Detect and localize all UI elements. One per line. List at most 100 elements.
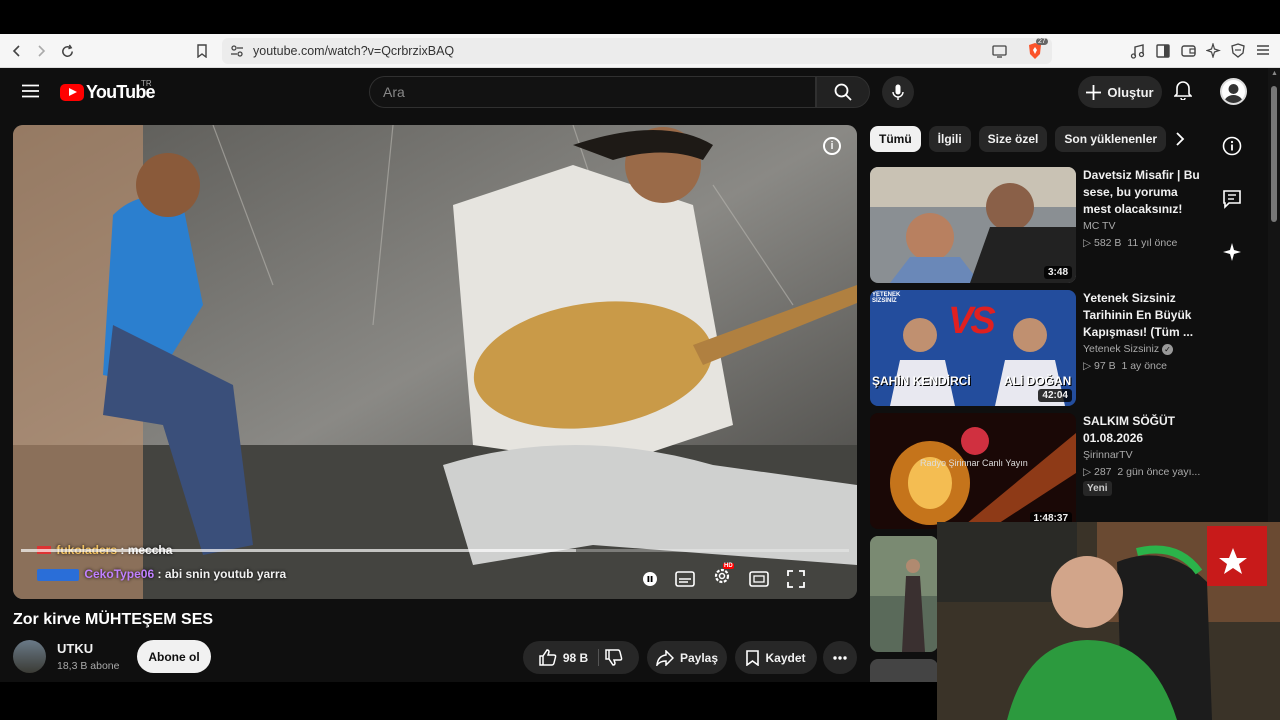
bookmark-icon[interactable] bbox=[190, 39, 214, 63]
chips-next-icon[interactable] bbox=[1174, 132, 1186, 151]
music-icon[interactable] bbox=[1130, 44, 1145, 64]
settings-gear[interactable]: HD bbox=[713, 563, 734, 590]
create-button[interactable]: Oluştur bbox=[1078, 76, 1162, 108]
filter-chips: Tümü İlgili Size özel Son yüklenenler bbox=[870, 126, 1167, 152]
rec-thumbnail-partial[interactable] bbox=[870, 536, 938, 652]
more-actions-button[interactable] bbox=[823, 641, 857, 674]
share-button[interactable]: Paylaş bbox=[647, 641, 727, 674]
subtitles-icon[interactable] bbox=[675, 570, 695, 587]
rec-thumbnail[interactable]: YETENEK SİZSİNİZ VS ŞAHİN KENDİRCİ ALİ DO… bbox=[870, 290, 1076, 406]
channel-avatar[interactable] bbox=[13, 640, 46, 673]
search-placeholder: Ara bbox=[383, 84, 405, 100]
player-controls: HD bbox=[643, 563, 805, 590]
progress-bar[interactable] bbox=[21, 549, 849, 552]
chip-recent[interactable]: Son yüklenenler bbox=[1055, 126, 1167, 152]
pause-icon[interactable] bbox=[643, 571, 657, 586]
rec-thumbnail[interactable]: 3:48 bbox=[870, 167, 1076, 283]
thumbs-up-icon bbox=[539, 649, 557, 666]
rec-views: 582 B bbox=[1094, 237, 1122, 249]
side-info-icon[interactable] bbox=[1222, 136, 1242, 161]
brave-shields-icon[interactable] bbox=[1027, 42, 1043, 65]
recommendation-item[interactable]: 3:48 Davetsiz Misafir | Bu sese, bu yoru… bbox=[870, 167, 1210, 283]
rec-title[interactable]: SALKIM SÖĞÜT 01.08.2026 bbox=[1083, 413, 1208, 447]
video-info-icon[interactable]: i bbox=[823, 137, 841, 155]
hamburger-menu-icon[interactable] bbox=[22, 84, 39, 103]
recommendation-item[interactable]: YETENEK SİZSİNİZ VS ŞAHİN KENDİRCİ ALİ DO… bbox=[870, 290, 1210, 406]
site-settings-icon[interactable] bbox=[230, 44, 244, 63]
webcam-overlay bbox=[937, 522, 1280, 720]
voice-search-button[interactable] bbox=[882, 76, 914, 108]
channel-name[interactable]: UTKU bbox=[57, 641, 93, 656]
rec-age: 11 yıl önce bbox=[1127, 237, 1178, 249]
rec-thumb-vs: VS bbox=[948, 300, 996, 342]
rec-meta: ▷ 97 B 1 ay önce bbox=[1083, 360, 1167, 372]
chat-badges-icon bbox=[37, 568, 79, 581]
rec-channel[interactable]: MC TV bbox=[1083, 220, 1115, 232]
fullscreen-icon[interactable] bbox=[787, 569, 805, 588]
rec-thumbnail-partial[interactable] bbox=[870, 659, 938, 682]
save-bookmark-icon bbox=[746, 649, 760, 666]
chip-related[interactable]: İlgili bbox=[928, 126, 971, 152]
chip-for-you[interactable]: Size özel bbox=[978, 126, 1048, 152]
youtube-logo-icon[interactable] bbox=[60, 84, 84, 101]
views-icon: ▷ bbox=[1083, 360, 1094, 372]
url-text: youtube.com/watch?v=QcrbrzixBAQ bbox=[253, 44, 455, 58]
chat-message: : abi snin youtub yarra bbox=[154, 567, 287, 581]
account-avatar[interactable] bbox=[1220, 78, 1247, 105]
side-chat-icon[interactable] bbox=[1222, 189, 1242, 214]
chat-line-2: CekoType06 : abi snin youtub yarra bbox=[37, 567, 286, 581]
create-label: Oluştur bbox=[1107, 84, 1154, 100]
screen-top-edge bbox=[0, 0, 1280, 34]
masthead: YouTube TR Ara Oluştur bbox=[0, 68, 1268, 116]
chip-all[interactable]: Tümü bbox=[870, 126, 921, 152]
rec-title[interactable]: Davetsiz Misafir | Bu sese, bu yoruma me… bbox=[1083, 167, 1208, 218]
share-icon bbox=[656, 649, 674, 666]
wallet-icon[interactable] bbox=[1181, 44, 1196, 63]
verified-check-icon: ✓ bbox=[1162, 343, 1173, 355]
rec-thumb-caption: Radyo Şirinnar Canlı Yayın bbox=[920, 458, 1028, 468]
subscribe-button[interactable]: Abone ol bbox=[137, 640, 211, 673]
search-button[interactable] bbox=[816, 76, 870, 108]
search-input[interactable]: Ara bbox=[369, 76, 816, 108]
recommendation-item[interactable]: Radyo Şirinnar Canlı Yayın 1:48:37 SALKI… bbox=[870, 413, 1210, 529]
side-sparkle-icon[interactable] bbox=[1222, 242, 1242, 267]
back-icon[interactable] bbox=[5, 39, 29, 63]
sidebar-toggle-icon[interactable] bbox=[1156, 44, 1170, 63]
rec-age: 1 ay önce bbox=[1121, 360, 1167, 372]
rec-meta: ▷ 287 2 gün önce yayı... bbox=[1083, 466, 1200, 478]
cast-icon[interactable] bbox=[992, 44, 1007, 63]
theater-mode-icon[interactable] bbox=[749, 570, 769, 587]
scroll-thumb[interactable] bbox=[1271, 86, 1277, 222]
brave-badge: 27 bbox=[1036, 38, 1048, 45]
gear-icon bbox=[714, 568, 730, 584]
save-button[interactable]: Kaydet bbox=[735, 641, 817, 674]
leo-ai-icon[interactable] bbox=[1205, 41, 1221, 63]
menu-icon[interactable] bbox=[1256, 43, 1270, 62]
rec-thumb-logo: YETENEK SİZSİNİZ bbox=[872, 292, 901, 304]
forward-icon[interactable] bbox=[29, 39, 53, 63]
save-label: Kaydet bbox=[765, 650, 806, 665]
plus-icon bbox=[1086, 84, 1102, 100]
rec-thumbnail[interactable]: Radyo Şirinnar Canlı Yayın 1:48:37 bbox=[870, 413, 1076, 529]
more-horizontal-icon bbox=[833, 655, 847, 660]
hd-badge: HD bbox=[723, 563, 734, 569]
rec-views: 97 B bbox=[1094, 360, 1116, 372]
rec-channel-name: Yetenek Sizsiniz bbox=[1083, 343, 1160, 355]
rec-channel[interactable]: Yetenek Sizsiniz ✓ bbox=[1083, 343, 1173, 355]
thumbs-down-icon[interactable] bbox=[605, 649, 623, 666]
rec-duration: 42:04 bbox=[1038, 389, 1072, 402]
like-button[interactable]: 98 B bbox=[539, 649, 600, 666]
vpn-shield-icon[interactable] bbox=[1231, 43, 1245, 63]
rec-channel[interactable]: ŞirinnarTV bbox=[1083, 449, 1133, 461]
video-title: Zor kirve MÜHTEŞEM SES bbox=[13, 611, 214, 628]
browser-toolbar: youtube.com/watch?v=QcrbrzixBAQ 27 bbox=[0, 34, 1280, 68]
notifications-bell-icon[interactable] bbox=[1173, 80, 1193, 105]
rec-title[interactable]: Yetenek Sizsiniz Tarihinin En Büyük Kapı… bbox=[1083, 290, 1208, 341]
reload-icon[interactable] bbox=[55, 39, 79, 63]
address-bar[interactable]: youtube.com/watch?v=QcrbrzixBAQ 27 bbox=[222, 38, 1052, 64]
rec-meta: ▷ 582 B 11 yıl önce bbox=[1083, 237, 1177, 249]
video-player[interactable]: i fukoladers : meccha CekoType06 : abi s… bbox=[13, 125, 857, 599]
rec-age: 2 gün önce yayı... bbox=[1117, 466, 1201, 478]
scroll-up-icon[interactable]: ▲ bbox=[1271, 70, 1278, 77]
like-dislike-group: 98 B bbox=[523, 641, 639, 674]
